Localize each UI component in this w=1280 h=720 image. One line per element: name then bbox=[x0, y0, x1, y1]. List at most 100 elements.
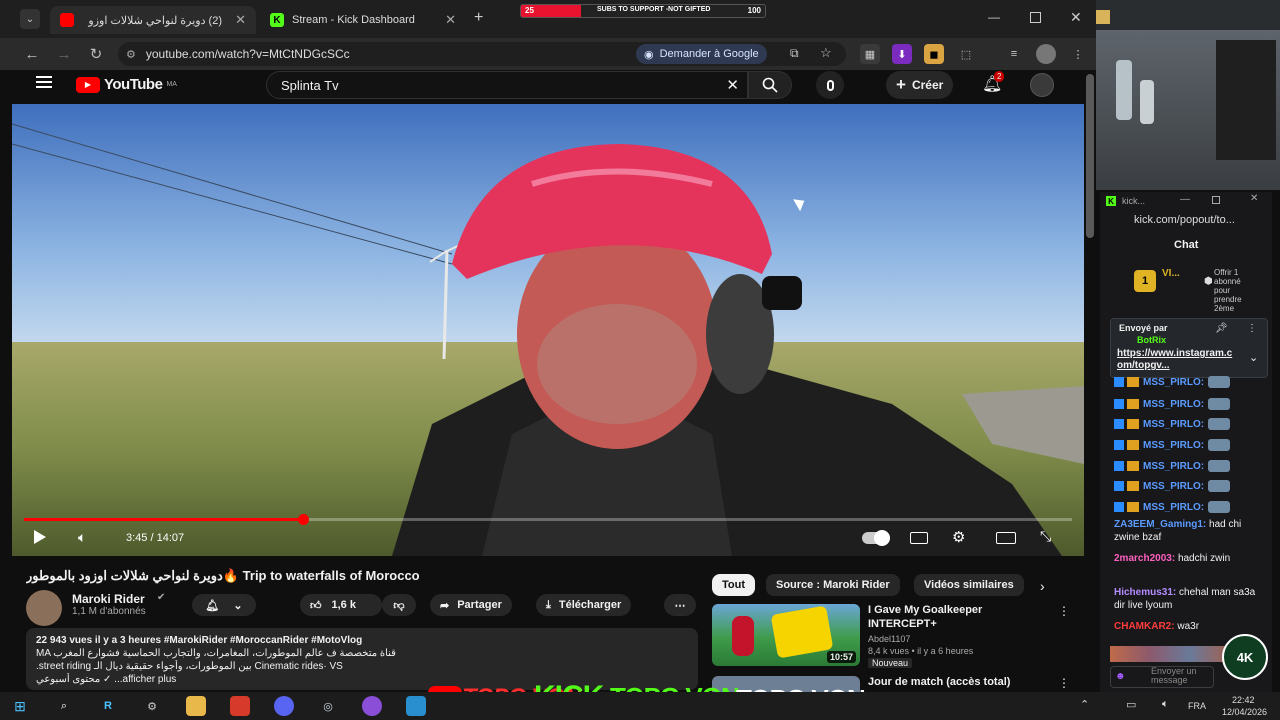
chat-username[interactable]: 2march2003: bbox=[1114, 553, 1175, 564]
progress-scrubber-handle[interactable] bbox=[297, 514, 309, 525]
chat-username[interactable]: MSS_PIRLO: bbox=[1143, 502, 1204, 513]
volume-icon[interactable]: 🔈︎ bbox=[1162, 698, 1169, 711]
chevron-right-icon[interactable]: › bbox=[1040, 578, 1045, 594]
minimize-window-icon[interactable]: — bbox=[988, 10, 1000, 24]
close-window-icon[interactable]: ✕ bbox=[1070, 9, 1082, 26]
account-avatar[interactable] bbox=[1030, 73, 1054, 97]
create-button[interactable]: + Créer bbox=[886, 71, 954, 99]
chat-username[interactable]: MSS_PIRLO: bbox=[1143, 419, 1204, 430]
more-options-icon[interactable]: ⋮ bbox=[1058, 676, 1070, 690]
app-icon[interactable]: ⚙ bbox=[142, 696, 162, 716]
progress-bar[interactable] bbox=[24, 514, 1072, 525]
show-hidden-icons-icon[interactable]: ⌃ bbox=[1080, 698, 1089, 711]
video-player[interactable]: 🔈︎ 3:45 / 14:07 ⚙ ⤡ bbox=[12, 104, 1084, 556]
emote-strip bbox=[1110, 646, 1230, 662]
search-input[interactable]: Splinta Tv ✕ bbox=[266, 71, 748, 99]
url-omnibox[interactable]: ⚙ youtube.com/watch?v=MtCtNDGcSCc ◉ Dema… bbox=[118, 42, 846, 66]
chat-username[interactable]: MSS_PIRLO: bbox=[1143, 481, 1204, 492]
clock-date[interactable]: 12/04/2026 bbox=[1222, 707, 1267, 717]
app-icon[interactable]: R bbox=[98, 696, 118, 716]
search-button[interactable] bbox=[748, 71, 792, 99]
site-info-icon[interactable]: ⚙ bbox=[126, 48, 136, 61]
chip-source[interactable]: Source : Maroki Rider bbox=[766, 574, 900, 596]
extension-icon[interactable]: ◼ bbox=[924, 44, 944, 64]
recommendation-item[interactable]: 10:57 I Gave My Goalkeeper INTERCEPT+ Ab… bbox=[712, 604, 1072, 668]
extension-icon[interactable]: ▦ bbox=[860, 44, 880, 64]
chat-username[interactable]: MSS_PIRLO: bbox=[1143, 461, 1204, 472]
chat-username[interactable]: MSS_PIRLO: bbox=[1143, 377, 1204, 388]
share-button[interactable]: ➦ Partager bbox=[430, 594, 512, 616]
subscribed-button[interactable]: 🔔︎ ⌄ bbox=[192, 594, 256, 616]
pinned-link[interactable]: https://www.instagram.com/topgv... bbox=[1117, 348, 1233, 372]
emote-icon bbox=[1208, 460, 1231, 473]
dislike-button[interactable]: 👎︎ bbox=[382, 594, 416, 616]
app-icon[interactable] bbox=[230, 696, 250, 716]
download-button[interactable]: ⤓ Télécharger bbox=[536, 594, 632, 616]
chat-username[interactable]: MSS_PIRLO: bbox=[1143, 399, 1204, 410]
ask-google-button[interactable]: ◉ Demander à Google bbox=[636, 44, 767, 64]
like-button[interactable]: 👍︎ 1,6 k bbox=[300, 594, 382, 616]
tab-close-icon[interactable]: ✕ bbox=[235, 12, 246, 28]
chat-username[interactable]: CHAMKAR2: bbox=[1114, 621, 1175, 632]
steam-icon[interactable]: ◎ bbox=[318, 696, 338, 716]
clock-time[interactable]: 22:42 bbox=[1232, 695, 1255, 705]
windows-start-icon[interactable]: ⊞ bbox=[10, 696, 30, 716]
close-window-icon[interactable]: ✕ bbox=[1250, 193, 1258, 204]
profile-avatar-icon[interactable] bbox=[1036, 44, 1056, 64]
minimize-window-icon[interactable]: — bbox=[1180, 194, 1190, 205]
more-options-icon[interactable]: ⋮ bbox=[1247, 323, 1257, 334]
channel-avatar[interactable] bbox=[26, 590, 62, 626]
notifications-button[interactable]: 🔔︎ 2 bbox=[982, 71, 1006, 96]
settings-gear-icon[interactable]: ⚙ bbox=[952, 528, 965, 546]
network-icon[interactable]: ▭ bbox=[1126, 698, 1136, 711]
maximize-window-icon[interactable] bbox=[1212, 196, 1220, 204]
fullscreen-icon[interactable]: ⤡ bbox=[1040, 528, 1051, 545]
tab-youtube[interactable]: (2) دويرة لنواحي شلالات اوزو ✕ bbox=[50, 6, 256, 34]
clear-search-icon[interactable]: ✕ bbox=[726, 76, 739, 94]
volume-icon[interactable]: 🔈︎ bbox=[78, 529, 86, 546]
emote-icon bbox=[1208, 501, 1231, 514]
chip-related[interactable]: Vidéos similaires bbox=[914, 574, 1024, 596]
subtitles-icon[interactable] bbox=[910, 532, 928, 544]
bookmark-star-icon[interactable]: ☆ bbox=[820, 45, 832, 61]
download-extension-icon[interactable]: ⬇ bbox=[892, 44, 912, 64]
chat-username[interactable]: ZA3EEM_Gaming1: bbox=[1114, 519, 1206, 530]
tab-kick[interactable]: K Stream - Kick Dashboard ✕ bbox=[260, 6, 466, 34]
emoji-icon[interactable]: ☻ bbox=[1115, 671, 1126, 682]
voice-search-button[interactable] bbox=[816, 71, 844, 99]
autoplay-toggle[interactable] bbox=[862, 530, 890, 546]
reading-list-icon[interactable]: ≡ bbox=[1004, 44, 1024, 64]
spotify-icon[interactable] bbox=[362, 696, 382, 716]
reload-icon[interactable]: ↻ bbox=[82, 38, 110, 70]
new-tab-button[interactable]: + bbox=[474, 9, 483, 27]
pinned-message[interactable]: Envoyé par 📌︎ ⋮ BotRix https://www.insta… bbox=[1110, 318, 1268, 378]
tab-list-button[interactable]: ⌄ bbox=[20, 9, 40, 29]
input-language[interactable]: FRA bbox=[1188, 701, 1206, 711]
pin-icon[interactable]: 📌︎ bbox=[1215, 323, 1228, 334]
chip-all[interactable]: Tout bbox=[712, 574, 756, 596]
maximize-window-icon[interactable] bbox=[1030, 12, 1041, 23]
file-explorer-icon[interactable] bbox=[186, 696, 206, 716]
install-icon[interactable]: ⧉ bbox=[790, 46, 799, 61]
chat-input[interactable]: ☻ Envoyer un message bbox=[1110, 666, 1214, 688]
tab-close-icon[interactable]: ✕ bbox=[445, 12, 456, 28]
chevron-down-icon[interactable]: ⌄ bbox=[1249, 351, 1258, 364]
channel-name[interactable]: Maroki Rider bbox=[72, 592, 145, 606]
puzzle-icon[interactable]: ⬚ bbox=[956, 44, 976, 64]
play-button[interactable] bbox=[34, 530, 46, 544]
app-icon[interactable] bbox=[406, 696, 426, 716]
browser-menu-icon[interactable]: ⋮ bbox=[1068, 44, 1088, 64]
hamburger-menu-icon[interactable] bbox=[36, 76, 52, 88]
search-icon[interactable]: ⌕ bbox=[54, 696, 74, 716]
page-scrollbar[interactable] bbox=[1086, 74, 1094, 238]
back-icon[interactable]: ← bbox=[18, 38, 46, 70]
discord-icon[interactable] bbox=[274, 696, 294, 716]
chat-username[interactable]: MSS_PIRLO: bbox=[1143, 440, 1204, 451]
theater-mode-icon[interactable] bbox=[996, 532, 1016, 544]
youtube-logo[interactable]: ▶ YouTube MA bbox=[76, 76, 177, 93]
more-actions-button[interactable]: ⋯ bbox=[664, 594, 696, 616]
more-options-icon[interactable]: ⋮ bbox=[1058, 604, 1070, 618]
gift-sub-button[interactable]: ⬢ Offrir 1 abonné pour prendre 2ème bbox=[1204, 268, 1264, 313]
forward-icon[interactable]: → bbox=[50, 38, 78, 70]
chat-username[interactable]: Hichemus31: bbox=[1114, 587, 1176, 598]
